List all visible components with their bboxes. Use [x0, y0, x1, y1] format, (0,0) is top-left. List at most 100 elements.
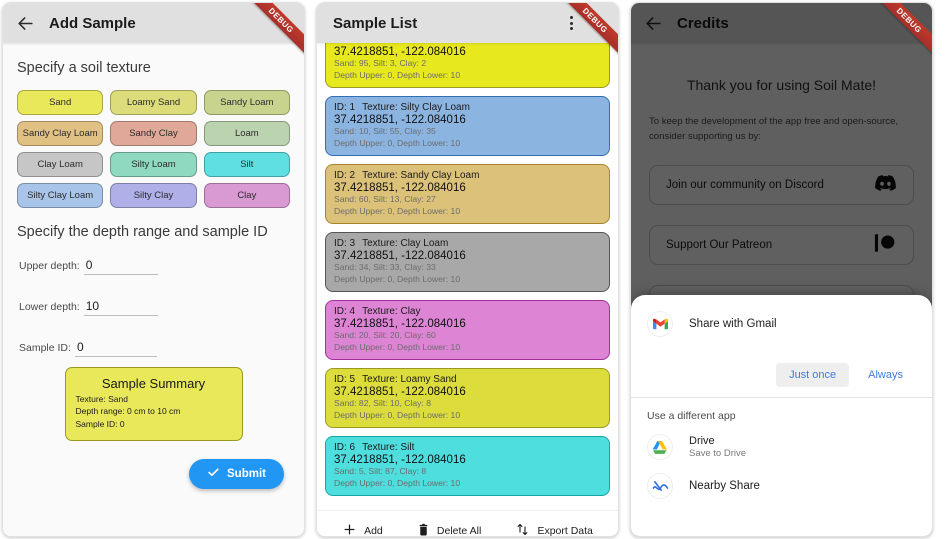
- app-row-drive[interactable]: Drive Save to Drive: [647, 434, 916, 460]
- sample-card[interactable]: ID: 5 Texture: Loamy Sand 37.4218851, -12…: [325, 368, 610, 429]
- discord-button[interactable]: Join our community on Discord: [649, 164, 914, 205]
- sample-card-header: ID: 6 Texture: Silt: [334, 442, 601, 453]
- sample-card-header: ID: 4 Texture: Clay: [334, 306, 601, 317]
- delete-all-action[interactable]: Delete All: [417, 522, 481, 537]
- submit-button-label: Submit: [227, 467, 266, 480]
- sample-card-header: ID: 3 Texture: Clay Loam: [334, 238, 601, 249]
- kebab-menu-icon[interactable]: [562, 12, 580, 34]
- texture-button-label: Clay: [237, 190, 257, 201]
- sample-id: ID: 2: [334, 170, 356, 182]
- sample-coords: 37.4218851, -122.084016: [334, 114, 466, 127]
- add-sample-action[interactable]: Add: [342, 522, 383, 536]
- back-arrow-icon[interactable]: [15, 13, 35, 33]
- upper-depth-input[interactable]: 0: [83, 258, 158, 275]
- sample-card-list: ID: 0 Texture: Sand 37.4218851, -122.0840…: [317, 43, 618, 510]
- sample-depth: Depth Upper: 0, Depth Lower: 10: [334, 137, 461, 148]
- export-data-action[interactable]: Export Data: [515, 522, 593, 537]
- sample-summary-id: Sample ID: 0: [75, 418, 125, 429]
- texture-button-label: Loamy Sand: [126, 97, 181, 108]
- upper-depth-row: Upper depth: 0: [19, 258, 290, 275]
- texture-button-silt[interactable]: Silt: [203, 152, 290, 177]
- texture-button-sandy-clay[interactable]: Sandy Clay: [110, 121, 197, 146]
- sample-card[interactable]: ID: 2 Texture: Sandy Clay Loam 37.4218851…: [325, 164, 610, 225]
- sample-id: ID: 4: [334, 306, 356, 318]
- sample-texture: Texture: Loamy Sand: [362, 374, 457, 386]
- sample-texture: Texture: Clay: [362, 306, 421, 318]
- submit-button[interactable]: Submit: [189, 458, 284, 489]
- just-once-button[interactable]: Just once: [776, 363, 850, 387]
- sample-coords: 37.4218851, -122.084016: [334, 182, 466, 195]
- sample-summary-depth: Depth range: 0 cm to 10 cm: [75, 406, 181, 417]
- sample-texture: Texture: Sandy Clay Loam: [362, 170, 480, 182]
- share-sheet-buttons: Just once Always: [647, 363, 916, 387]
- sample-texture: Texture: Silty Clay Loam: [362, 102, 470, 114]
- sample-composition: Sand: 60, Silt: 13, Clay: 27: [334, 194, 436, 205]
- sample-texture: Texture: Silt: [362, 442, 415, 454]
- texture-button-loamy-sand[interactable]: Loamy Sand: [110, 90, 197, 115]
- texture-button-silty-loam[interactable]: Silty Loam: [110, 152, 197, 177]
- texture-button-silty-clay[interactable]: Silty Clay: [110, 183, 197, 208]
- share-sheet: Share with Gmail Just once Always Use a …: [631, 295, 932, 536]
- sample-card[interactable]: ID: 4 Texture: Clay 37.4218851, -122.0840…: [325, 300, 610, 361]
- sample-depth: Depth Upper: 0, Depth Lower: 10: [334, 477, 461, 488]
- sample-card-header: ID: 5 Texture: Loamy Sand: [334, 374, 601, 385]
- sample-card[interactable]: ID: 6 Texture: Silt 37.4218851, -122.0840…: [325, 436, 610, 497]
- sample-list-action-bar: Add Delete All Export Data: [317, 510, 618, 537]
- texture-button-sandy-clay-loam[interactable]: Sandy Clay Loam: [17, 121, 104, 146]
- sample-card-header: ID: 0 Texture: Sand: [334, 43, 601, 45]
- sample-card[interactable]: ID: 3 Texture: Clay Loam 37.4218851, -122…: [325, 232, 610, 293]
- sample-id: ID: 6: [334, 442, 356, 454]
- add-sample-body: Specify a soil texture Sand Loamy Sand S…: [3, 43, 304, 536]
- sample-id-input[interactable]: 0: [74, 340, 157, 357]
- app-row-nearby-share[interactable]: Nearby Share: [647, 473, 916, 499]
- back-arrow-icon[interactable]: [643, 13, 663, 33]
- lower-depth-row: Lower depth: 10: [19, 299, 290, 316]
- sample-id-label: Sample ID:: [19, 342, 71, 354]
- share-with-gmail-row[interactable]: Share with Gmail: [647, 311, 916, 337]
- sample-id: ID: 0: [334, 43, 355, 45]
- sample-composition: Sand: 34, Silt: 33, Clay: 33: [334, 262, 436, 273]
- sample-coords: 37.4218851, -122.084016: [334, 454, 466, 467]
- patreon-icon: [873, 232, 897, 257]
- trash-icon: [417, 522, 430, 537]
- lower-depth-input[interactable]: 10: [83, 299, 158, 316]
- texture-button-clay-loam[interactable]: Clay Loam: [17, 152, 104, 177]
- sample-summary-title: Sample Summary: [101, 376, 206, 391]
- texture-button-sandy-loam[interactable]: Sandy Loam: [203, 90, 290, 115]
- sample-card[interactable]: ID: 1 Texture: Silty Clay Loam 37.4218851…: [325, 96, 610, 157]
- sample-composition: Sand: 5, Silt: 87, Clay: 8: [334, 466, 427, 477]
- app-row-nearby-share-text: Nearby Share: [689, 480, 760, 492]
- texture-section-heading: Specify a soil texture: [17, 60, 151, 76]
- discord-icon: [874, 174, 897, 195]
- sample-card[interactable]: ID: 0 Texture: Sand 37.4218851, -122.0840…: [325, 43, 610, 89]
- sample-list-appbar: Sample List: [317, 3, 618, 43]
- export-data-action-label: Export Data: [537, 524, 593, 537]
- add-sample-panel: DEBUG Add Sample Specify a soil texture …: [2, 2, 305, 537]
- sample-coords: 37.4218851, -122.084016: [334, 46, 466, 58]
- texture-button-grid: Sand Loamy Sand Sandy Loam Sandy Clay Lo…: [17, 90, 290, 208]
- texture-button-clay[interactable]: Clay: [203, 183, 290, 208]
- gmail-icon: [647, 311, 673, 337]
- texture-button-sand[interactable]: Sand: [17, 90, 104, 115]
- always-button[interactable]: Always: [855, 363, 916, 387]
- share-sheet-top: Share with Gmail Just once Always: [631, 295, 932, 397]
- nearby-share-icon: [647, 473, 673, 499]
- lower-depth-label: Lower depth:: [19, 301, 80, 313]
- sample-summary-texture: Texture: Sand: [75, 394, 128, 404]
- app-row-drive-name: Drive: [689, 435, 715, 447]
- texture-button-silty-clay-loam[interactable]: Silty Clay Loam: [17, 183, 104, 208]
- texture-button-label: Sandy Clay Loam: [22, 128, 98, 139]
- texture-button-label: Silty Clay Loam: [27, 190, 94, 201]
- sample-depth: Depth Upper: 0, Depth Lower: 10: [334, 409, 461, 420]
- app-row-nearby-share-name: Nearby Share: [689, 480, 760, 492]
- sample-id: ID: 3: [334, 238, 356, 250]
- texture-button-label: Sand: [49, 97, 72, 108]
- page-title: Credits: [677, 14, 729, 32]
- credits-appbar: Credits: [631, 3, 932, 43]
- page-title: Sample List: [333, 14, 418, 32]
- credits-thanks-text: Thank you for using Soil Mate!: [686, 77, 877, 93]
- texture-button-loam[interactable]: Loam: [203, 121, 290, 146]
- patreon-button[interactable]: Support Our Patreon: [649, 224, 914, 265]
- sample-coords: 37.4218851, -122.084016: [334, 318, 466, 331]
- sample-card-header: ID: 1 Texture: Silty Clay Loam: [334, 102, 601, 113]
